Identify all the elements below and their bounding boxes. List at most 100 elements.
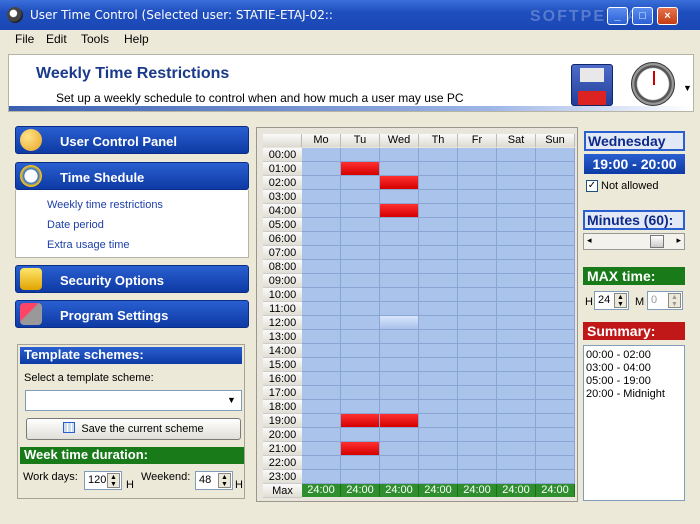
schedule-cell[interactable] [497, 218, 536, 232]
schedule-cell[interactable] [458, 246, 497, 260]
day-header[interactable]: Tu [341, 134, 380, 147]
schedule-cell[interactable] [536, 456, 575, 470]
schedule-cell[interactable] [536, 358, 575, 372]
schedule-cell[interactable] [380, 442, 419, 456]
schedule-cell[interactable] [458, 162, 497, 176]
schedule-cell[interactable] [497, 274, 536, 288]
schedule-cell[interactable] [536, 372, 575, 386]
schedule-cell[interactable] [458, 176, 497, 190]
schedule-cell[interactable] [380, 400, 419, 414]
schedule-cell[interactable] [536, 176, 575, 190]
schedule-cell[interactable] [380, 204, 419, 218]
sidebar-item-time-schedule[interactable]: Time Shedule [15, 162, 249, 190]
schedule-cell[interactable] [380, 456, 419, 470]
schedule-cell[interactable] [497, 204, 536, 218]
schedule-cell[interactable] [419, 176, 458, 190]
schedule-cell[interactable] [419, 456, 458, 470]
schedule-cell[interactable] [497, 414, 536, 428]
weekend-stepper[interactable]: 48 ▲ ▼ [195, 471, 233, 490]
schedule-cell[interactable] [380, 344, 419, 358]
schedule-cell[interactable] [536, 274, 575, 288]
schedule-cell[interactable] [302, 442, 341, 456]
schedule-cell[interactable] [536, 470, 575, 484]
schedule-cell[interactable] [536, 218, 575, 232]
max-hours-stepper[interactable]: 24 ▲ ▼ [594, 291, 629, 310]
schedule-cell[interactable] [419, 162, 458, 176]
schedule-cell[interactable] [419, 372, 458, 386]
hour-label[interactable]: 14:00 [263, 344, 302, 358]
schedule-cell[interactable] [419, 302, 458, 316]
schedule-cell[interactable] [302, 204, 341, 218]
schedule-cell[interactable] [341, 274, 380, 288]
max-cell[interactable]: 24:00 [458, 484, 497, 497]
schedule-cell[interactable] [380, 260, 419, 274]
user-clock-icon[interactable] [631, 62, 675, 106]
schedule-cell[interactable] [458, 470, 497, 484]
stepper-arrows-icon[interactable]: ▲ ▼ [614, 293, 627, 308]
schedule-cell[interactable] [302, 176, 341, 190]
sidebar-item-user-control[interactable]: User Control Panel [15, 126, 249, 154]
schedule-cell[interactable] [497, 344, 536, 358]
max-minutes-stepper[interactable]: 0 ▲ ▼ [647, 291, 683, 310]
hour-label[interactable]: 22:00 [263, 456, 302, 470]
schedule-cell[interactable] [302, 428, 341, 442]
schedule-cell[interactable] [380, 176, 419, 190]
schedule-cell[interactable] [536, 442, 575, 456]
schedule-cell[interactable] [536, 400, 575, 414]
schedule-cell[interactable] [419, 442, 458, 456]
schedule-cell[interactable] [341, 456, 380, 470]
schedule-cell[interactable] [341, 330, 380, 344]
schedule-cell[interactable] [302, 372, 341, 386]
schedule-cell[interactable] [458, 190, 497, 204]
workdays-stepper[interactable]: 120 ▲ ▼ [84, 471, 122, 490]
schedule-cell[interactable] [341, 400, 380, 414]
slider-thumb[interactable] [650, 235, 664, 248]
schedule-cell[interactable] [458, 204, 497, 218]
max-cell[interactable]: 24:00 [341, 484, 380, 497]
schedule-cell[interactable] [536, 162, 575, 176]
schedule-cell[interactable] [458, 386, 497, 400]
save-scheme-button[interactable]: Save the current scheme [26, 418, 241, 440]
schedule-cell[interactable] [380, 428, 419, 442]
schedule-cell[interactable] [419, 288, 458, 302]
schedule-cell[interactable] [419, 344, 458, 358]
chevron-down-icon[interactable]: ▼ [224, 393, 239, 408]
schedule-cell[interactable] [419, 232, 458, 246]
link-date-period[interactable]: Date period [47, 219, 104, 231]
schedule-cell[interactable] [302, 260, 341, 274]
schedule-cell[interactable] [341, 148, 380, 162]
hour-label[interactable]: 03:00 [263, 190, 302, 204]
arrow-left-icon[interactable]: ◂ [587, 235, 592, 246]
schedule-cell[interactable] [380, 218, 419, 232]
schedule-cell[interactable] [536, 148, 575, 162]
schedule-cell[interactable] [341, 442, 380, 456]
hour-label[interactable]: 11:00 [263, 302, 302, 316]
day-header[interactable]: Sat [497, 134, 536, 147]
schedule-cell[interactable] [341, 414, 380, 428]
sidebar-item-program-settings[interactable]: Program Settings [15, 300, 249, 328]
schedule-cell[interactable] [419, 204, 458, 218]
schedule-cell[interactable] [380, 372, 419, 386]
schedule-cell[interactable] [497, 162, 536, 176]
schedule-cell[interactable] [536, 190, 575, 204]
menu-edit[interactable]: Edit [46, 32, 67, 46]
schedule-cell[interactable] [497, 288, 536, 302]
hour-label[interactable]: 05:00 [263, 218, 302, 232]
schedule-cell[interactable] [536, 288, 575, 302]
schedule-cell[interactable] [419, 316, 458, 330]
schedule-cell[interactable] [497, 470, 536, 484]
schedule-cell[interactable] [497, 400, 536, 414]
schedule-cell[interactable] [458, 372, 497, 386]
schedule-cell[interactable] [341, 344, 380, 358]
chevron-down-icon[interactable]: ▼ [683, 83, 692, 93]
schedule-cell[interactable] [536, 386, 575, 400]
menu-file[interactable]: File [15, 32, 34, 46]
schedule-cell[interactable] [536, 330, 575, 344]
schedule-cell[interactable] [341, 204, 380, 218]
schedule-cell[interactable] [302, 456, 341, 470]
schedule-cell[interactable] [380, 246, 419, 260]
hour-label[interactable]: 00:00 [263, 148, 302, 162]
menu-tools[interactable]: Tools [81, 32, 109, 46]
schedule-cell[interactable] [380, 470, 419, 484]
schedule-cell[interactable] [497, 442, 536, 456]
